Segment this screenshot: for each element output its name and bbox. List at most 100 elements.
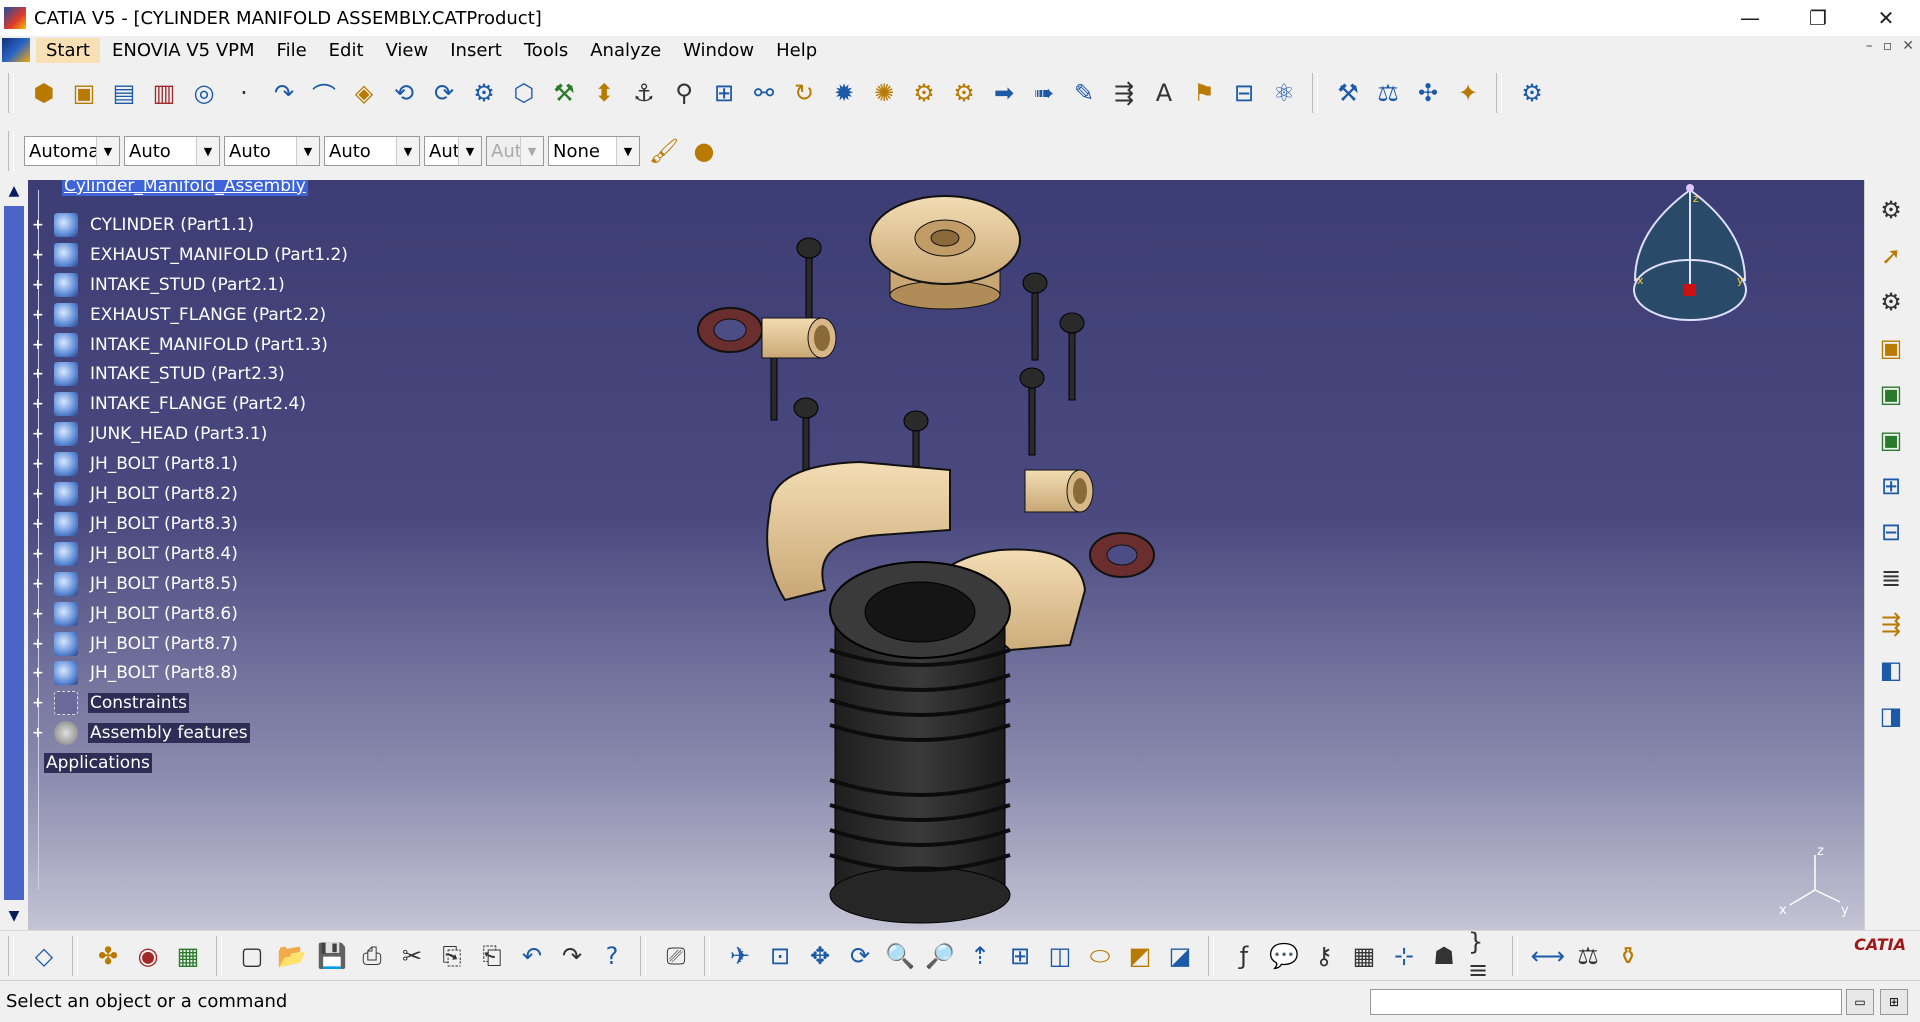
part-icon[interactable] [54, 482, 78, 506]
measure-item-icon[interactable]: ⚖ [1572, 940, 1604, 972]
part-icon[interactable] [54, 601, 78, 626]
line-icon[interactable]: ↷ [268, 77, 300, 109]
menu-window[interactable]: Window [673, 38, 764, 63]
part-icon[interactable] [54, 332, 78, 357]
menu-file[interactable]: File [267, 38, 317, 63]
menu-tools[interactable]: Tools [514, 38, 578, 63]
tree-node-label[interactable]: JH_BOLT (Part8.1) [88, 454, 240, 474]
tree-node-label[interactable]: JH_BOLT (Part8.4) [88, 544, 240, 564]
tree-node-label[interactable]: Applications [44, 753, 152, 774]
product-icon[interactable]: ⬢ [28, 77, 60, 109]
layer-select[interactable]: None ▼ [548, 136, 640, 166]
power-input-field[interactable] [1370, 989, 1842, 1015]
clear-command-button[interactable]: ▭ [1846, 989, 1874, 1015]
expand-icon[interactable]: + [32, 338, 44, 352]
new-component-icon[interactable]: ▣ [1875, 332, 1907, 364]
pan-icon[interactable]: ⊡ [764, 940, 796, 972]
doc-restore-button[interactable]: ▫ [1883, 38, 1893, 54]
hide-icon[interactable]: ⬭ [1084, 940, 1116, 972]
compass-widget[interactable]: z x y [1625, 180, 1755, 330]
dropdown-arrow-icon[interactable]: ▼ [196, 137, 219, 165]
plane-icon[interactable]: ◈ [348, 77, 380, 109]
distance-icon[interactable]: ➠ [1028, 77, 1060, 109]
menu-enovia[interactable]: ENOVIA V5 VPM [102, 38, 265, 63]
rotate-icon[interactable]: ✥ [804, 940, 836, 972]
open-icon[interactable]: 📂 [276, 940, 308, 972]
part-icon[interactable] [54, 242, 78, 267]
dropdown-arrow-icon[interactable]: ▼ [96, 137, 119, 165]
menu-analyze[interactable]: Analyze [580, 38, 671, 63]
assembly-features-icon[interactable] [54, 721, 78, 746]
expand-icon[interactable]: + [32, 457, 44, 471]
multi-view-icon[interactable]: ⇡ [964, 940, 996, 972]
contact-icon[interactable]: ⬍ [588, 77, 620, 109]
point-symbol-select[interactable]: Aut ▼ [424, 136, 482, 166]
tree-node-label[interactable]: JH_BOLT (Part8.8) [88, 663, 240, 683]
point-icon[interactable]: · [228, 77, 260, 109]
explode-view-icon[interactable]: ⇶ [1875, 608, 1907, 640]
component-icon[interactable]: ▣ [68, 77, 100, 109]
minimize-button[interactable]: — [1716, 0, 1784, 36]
tree-node-label[interactable]: JH_BOLT (Part8.2) [88, 484, 240, 504]
graph-tree-reorder-icon[interactable]: ⊟ [1875, 516, 1907, 548]
print-icon[interactable]: ⎙ [356, 940, 388, 972]
scrollbar-thumb[interactable] [4, 206, 24, 900]
menu-insert[interactable]: Insert [440, 38, 512, 63]
apply-material-icon[interactable]: ✦ [1452, 77, 1484, 109]
scroll-down-icon[interactable]: ▼ [4, 908, 24, 928]
dropdown-arrow-icon[interactable]: ▼ [458, 137, 481, 165]
scene-icon[interactable]: ◧ [1875, 654, 1907, 686]
fly-icon[interactable]: ⎚ [660, 940, 692, 972]
render-icon[interactable]: ⚛ [1268, 77, 1300, 109]
exhaust-manifold-part[interactable] [761, 317, 837, 359]
toolbar-grip[interactable] [1208, 936, 1214, 976]
update-icon[interactable]: ✹ [828, 77, 860, 109]
cut-icon[interactable]: ✂ [396, 940, 428, 972]
part-icon[interactable] [54, 272, 78, 297]
new-icon[interactable]: ▢ [236, 940, 268, 972]
3d-viewport[interactable]: ▲ ▼ Cylinder_Manifold_Assembly + CYLINDER… [0, 180, 1864, 930]
clash-icon[interactable]: ⚙ [948, 77, 980, 109]
transparency-select[interactable]: Auto ▼ [124, 136, 220, 166]
part-icon[interactable] [54, 571, 78, 596]
tree-node-label[interactable]: CYLINDER (Part1.1) [88, 215, 256, 235]
tree-node-label[interactable]: JH_BOLT (Part8.6) [88, 604, 240, 624]
toolbar-grip[interactable] [8, 936, 14, 976]
toolbar-grip[interactable] [640, 936, 646, 976]
menu-start[interactable]: Start [36, 37, 100, 63]
part-icon[interactable] [54, 212, 78, 237]
tree-node-label[interactable]: JH_BOLT (Part8.3) [88, 514, 240, 534]
expand-icon[interactable]: + [32, 577, 44, 591]
tree-node-label[interactable]: INTAKE_MANIFOLD (Part1.3) [88, 335, 330, 355]
catia-logo-icon[interactable] [2, 38, 30, 62]
sketch-icon[interactable]: ◎ [188, 77, 220, 109]
expand-icon[interactable]: + [32, 726, 44, 740]
line-type-select[interactable]: Auto ▼ [324, 136, 420, 166]
save-icon[interactable]: 💾 [316, 940, 348, 972]
settings-icon[interactable]: ⚙ [1875, 286, 1907, 318]
shading-icon[interactable]: ◫ [1044, 940, 1076, 972]
doc-minimize-button[interactable]: – [1866, 38, 1873, 54]
toolbar-grip[interactable] [1312, 73, 1318, 113]
menu-edit[interactable]: Edit [319, 38, 374, 63]
inertia-icon[interactable]: ⚱ [1612, 940, 1644, 972]
tree-node-label[interactable]: INTAKE_STUD (Part2.3) [88, 364, 287, 384]
expand-icon[interactable]: + [32, 248, 44, 262]
intake-flange-part[interactable] [1089, 532, 1155, 578]
knowledge-icon[interactable]: ☗ [1428, 940, 1460, 972]
intake-manifold-part[interactable] [1024, 469, 1094, 513]
tree-node-label[interactable]: Constraints [88, 693, 189, 714]
menu-help[interactable]: Help [766, 38, 827, 63]
toolbar-grip[interactable] [1496, 73, 1502, 113]
expand-icon[interactable]: + [32, 218, 44, 232]
tree-node-label[interactable]: INTAKE_STUD (Part2.1) [88, 275, 287, 295]
fit-all-icon[interactable]: ✈ [724, 940, 756, 972]
table-icon[interactable]: ▦ [1348, 940, 1380, 972]
rules-icon[interactable]: }≡ [1468, 928, 1500, 984]
fix-together-icon[interactable]: ⊞ [708, 77, 740, 109]
fix-icon[interactable]: ⟳ [428, 77, 460, 109]
tree-node-label[interactable]: JH_BOLT (Part8.7) [88, 634, 240, 654]
iso-view-icon[interactable]: ⊞ [1004, 940, 1036, 972]
part-icon[interactable] [54, 452, 78, 477]
expand-icon[interactable]: + [32, 278, 44, 292]
